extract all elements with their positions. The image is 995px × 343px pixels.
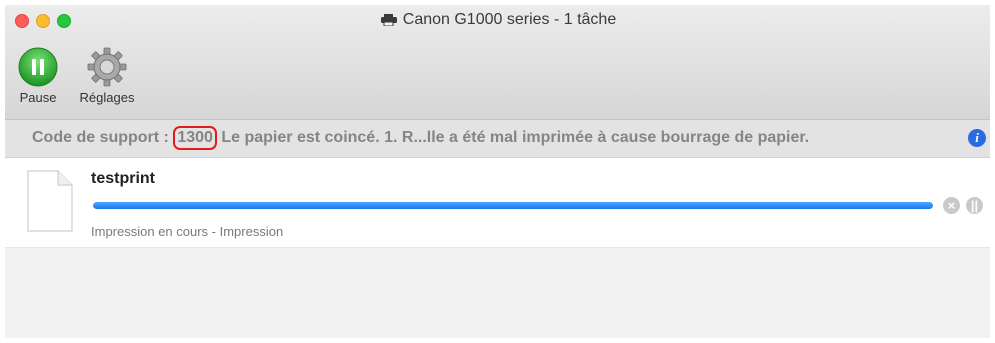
window-title-text: Canon G1000 series - 1 tâche <box>402 11 617 28</box>
window-title: Canon G1000 series - 1 tâche <box>5 11 990 29</box>
cancel-job-icon[interactable]: × <box>943 197 960 214</box>
gear-icon <box>87 47 127 87</box>
status-bar: Code de support : 1300 Le papier est coi… <box>5 120 990 158</box>
status-message: Code de support : 1300 Le papier est coi… <box>32 126 810 150</box>
settings-button[interactable]: Réglages <box>71 47 143 105</box>
print-queue-window: Canon G1000 series - 1 tâche Pause Régla… <box>5 5 990 338</box>
job-row[interactable]: testprint Impression en cours - Impressi… <box>5 158 990 248</box>
printer-icon <box>380 13 397 26</box>
pause-label: Pause <box>19 90 57 105</box>
job-progress-bar <box>93 202 933 209</box>
title-bar: Canon G1000 series - 1 tâche Pause Régla… <box>5 5 990 120</box>
info-icon[interactable]: i <box>968 129 986 147</box>
error-message: Le papier est coincé. 1. R...lle a été m… <box>216 129 810 146</box>
support-code: 1300 <box>173 126 217 150</box>
pause-icon <box>18 47 58 87</box>
settings-label: Réglages <box>79 90 135 105</box>
job-name: testprint <box>91 170 155 187</box>
job-progress-fill <box>93 202 933 209</box>
hold-job-icon[interactable]: || <box>966 197 983 214</box>
pause-button[interactable]: Pause <box>13 47 63 105</box>
job-status: Impression en cours - Impression <box>91 224 284 239</box>
document-icon <box>27 170 73 232</box>
support-code-prefix: Code de support : <box>32 129 174 146</box>
